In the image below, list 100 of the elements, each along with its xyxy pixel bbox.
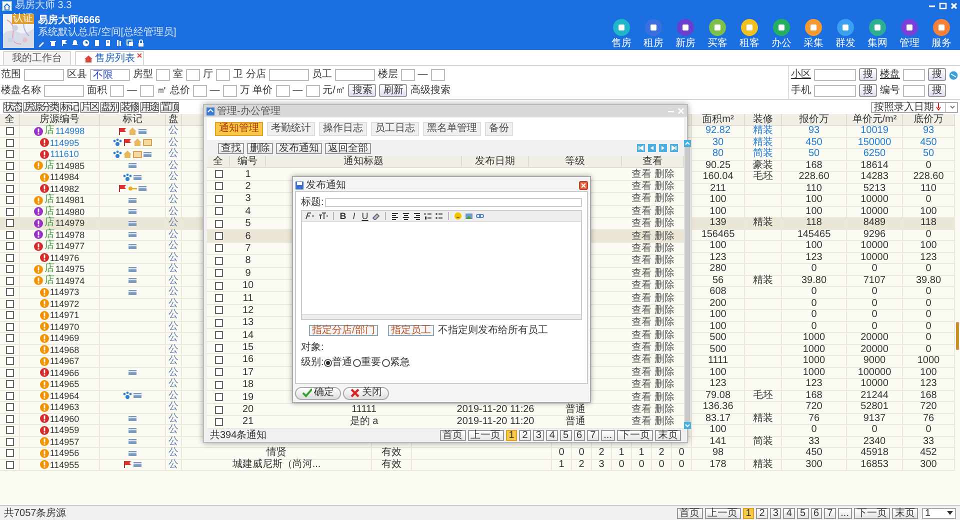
action-link[interactable]: 查看 <box>632 168 652 180</box>
nav-button[interactable]: 集网 <box>869 19 886 49</box>
listing-id[interactable]: 114971 <box>50 310 80 320</box>
radio-button[interactable] <box>324 358 332 366</box>
row-checkbox[interactable] <box>6 196 14 204</box>
input-field[interactable] <box>430 68 445 80</box>
page-button[interactable]: 1 <box>506 430 518 441</box>
action-link[interactable]: 删除 <box>654 168 674 180</box>
listing-id[interactable]: 114966 <box>50 368 80 378</box>
listing-id[interactable]: 114964 <box>50 390 80 401</box>
column-header[interactable]: 标记 <box>100 114 166 125</box>
row-checkbox[interactable] <box>6 368 14 377</box>
action-link[interactable]: 查看 <box>632 392 652 403</box>
tab[interactable]: 通知管理 <box>215 122 263 136</box>
bell-icon[interactable] <box>71 39 79 47</box>
listing-id[interactable]: 114969 <box>50 333 80 344</box>
table-row[interactable]: 114956 公 情贤 有效 0 0 2 1 1 2 0 98 450 45918 452 <box>0 448 955 460</box>
action-link[interactable]: 删除 <box>654 416 674 428</box>
action-link[interactable]: 查看 <box>632 416 652 428</box>
row-checkbox[interactable] <box>6 150 14 158</box>
page-button[interactable]: 4 <box>783 508 795 518</box>
row-checkbox[interactable] <box>214 232 222 240</box>
action-link[interactable]: 查看 <box>632 206 652 217</box>
eraser-icon[interactable] <box>372 212 380 220</box>
close-icon[interactable] <box>579 180 588 190</box>
row-checkbox[interactable] <box>6 254 14 262</box>
page-button[interactable]: 5 <box>796 508 809 518</box>
column-header[interactable]: 通知标题 <box>266 156 462 168</box>
globe-icon[interactable] <box>949 71 958 80</box>
input-field[interactable] <box>186 68 200 80</box>
column-header[interactable]: 报价万 <box>782 114 847 125</box>
filter-link[interactable]: 小区 <box>791 69 811 80</box>
document-icon[interactable] <box>104 39 112 47</box>
shirt-icon[interactable] <box>49 39 57 47</box>
toolbar-button[interactable]: 盘别 <box>100 102 119 112</box>
action-link[interactable]: 删除 <box>654 330 674 341</box>
row-checkbox[interactable] <box>214 294 222 302</box>
page-button[interactable]: 3 <box>770 508 782 518</box>
tab[interactable]: 黑名单管理 <box>423 122 481 136</box>
radio-button[interactable] <box>382 358 390 366</box>
row-checkbox[interactable] <box>214 406 222 414</box>
listing-id[interactable]: 114980 <box>55 206 85 217</box>
bars-icon[interactable] <box>115 39 123 47</box>
table-row[interactable]: 114955 公 城建威尼斯（尚河... 有效 1 2 3 0 0 0 0 178 精装 300 16853 300 <box>0 460 955 471</box>
page-button[interactable]: 末页 <box>892 508 918 518</box>
page-button[interactable]: 上一页 <box>704 508 741 518</box>
filter-button[interactable]: 搜索 <box>348 84 376 97</box>
format-button[interactable]: U <box>361 210 369 222</box>
page-button[interactable]: 2 <box>756 508 768 518</box>
sort-dropdown[interactable]: 按照录入日期 <box>871 102 958 112</box>
toolbar-button[interactable]: 标记 <box>60 102 79 112</box>
row-checkbox[interactable] <box>6 265 14 274</box>
toolbar-button[interactable]: 房源分类 <box>23 102 59 112</box>
font-icon[interactable] <box>305 212 315 220</box>
action-link[interactable]: 删除 <box>654 230 674 242</box>
toolbar-button[interactable]: 发布通知 <box>276 142 322 154</box>
row-checkbox[interactable] <box>6 184 14 193</box>
row-checkbox[interactable] <box>6 173 14 182</box>
column-header[interactable]: 底价万 <box>903 114 955 125</box>
close-icon[interactable] <box>137 53 142 58</box>
nav-button[interactable]: 租房 <box>645 19 662 49</box>
action-link[interactable]: 查看 <box>632 242 652 254</box>
action-link[interactable]: 删除 <box>654 180 674 192</box>
page-button[interactable]: 2 <box>519 430 531 441</box>
listing-id[interactable]: 114959 <box>50 425 80 436</box>
page-select[interactable]: 1 <box>922 508 956 518</box>
clock-icon[interactable] <box>82 39 90 47</box>
listing-id[interactable]: 114957 <box>50 436 80 447</box>
numbered-list-icon[interactable] <box>424 212 432 220</box>
listing-id[interactable]: 114965 <box>50 379 80 390</box>
column-header[interactable]: 等级 <box>529 156 622 168</box>
column-header[interactable]: 编号 <box>230 156 266 168</box>
input-field[interactable] <box>276 84 290 96</box>
listing-id[interactable]: 114967 <box>50 356 80 366</box>
listing-id[interactable]: 114960 <box>50 414 80 424</box>
action-link[interactable]: 查看 <box>632 404 652 416</box>
bullet-list-icon[interactable] <box>435 212 443 220</box>
nav-button[interactable]: 买客 <box>709 19 726 49</box>
row-checkbox[interactable] <box>6 403 14 412</box>
input-field[interactable] <box>334 68 375 80</box>
listing-id[interactable]: 114978 <box>55 230 85 240</box>
column-header[interactable]: 全 <box>0 114 20 125</box>
filter-button[interactable]: 搜 <box>928 68 946 81</box>
nav-button[interactable]: 新房 <box>677 19 694 49</box>
listing-id[interactable]: 114979 <box>55 218 85 228</box>
format-button[interactable]: I <box>350 210 358 222</box>
row-checkbox[interactable] <box>214 244 222 252</box>
page-button[interactable]: ... <box>838 508 852 518</box>
listing-id[interactable]: 114976 <box>50 252 80 263</box>
listing-id[interactable]: 114982 <box>50 184 80 194</box>
page-button[interactable]: 上一页 <box>468 430 504 441</box>
action-link[interactable]: 删除 <box>654 193 674 204</box>
action-link[interactable]: 删除 <box>654 242 674 254</box>
listing-id[interactable]: 114973 <box>50 287 80 298</box>
row-checkbox[interactable] <box>6 138 14 147</box>
action-link[interactable]: 查看 <box>632 180 652 192</box>
page-button[interactable]: 6 <box>810 508 822 518</box>
action-link[interactable]: 查看 <box>632 342 652 354</box>
page-button[interactable]: 7 <box>824 508 836 518</box>
column-header[interactable]: 单价元/m² <box>847 114 903 125</box>
